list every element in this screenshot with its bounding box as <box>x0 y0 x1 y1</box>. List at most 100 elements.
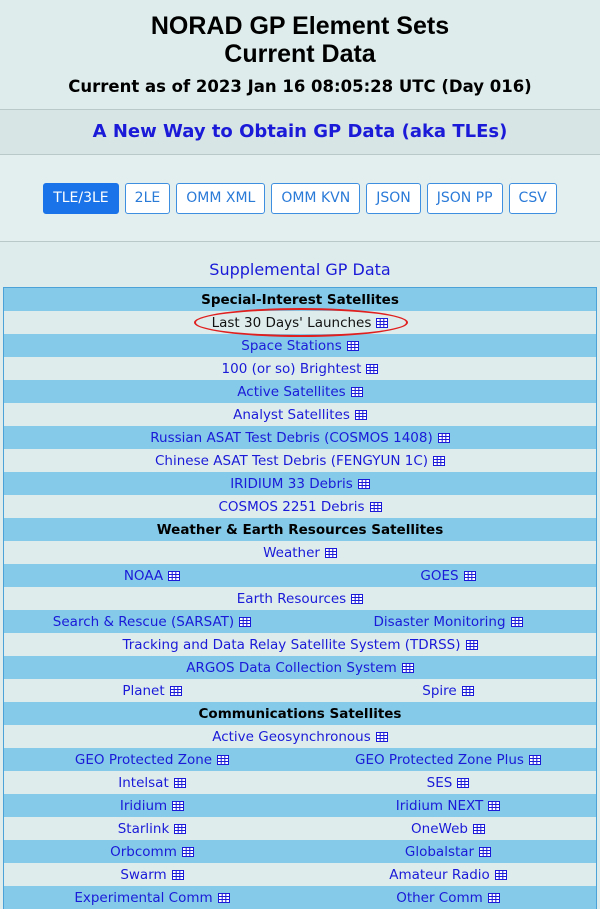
starlink-link[interactable]: Starlink <box>118 821 170 837</box>
table-row: Active Geosynchronous <box>4 725 596 748</box>
table-grid-icon[interactable] <box>510 615 523 627</box>
table-row: Swarm Amateur Radio <box>4 863 596 886</box>
active-satellites-link[interactable]: Active Satellites <box>237 384 345 400</box>
table-row: Tracking and Data Relay Satellite System… <box>4 633 596 656</box>
table-row: Last 30 Days' Launches <box>4 307 596 337</box>
table-grid-icon[interactable] <box>433 454 446 466</box>
space-stations-link[interactable]: Space Stations <box>241 338 341 354</box>
table-grid-icon[interactable] <box>375 730 388 742</box>
supplemental-gp-data-link[interactable]: Supplemental GP Data <box>0 259 600 281</box>
table-grid-icon[interactable] <box>528 753 541 765</box>
disaster-monitoring-link[interactable]: Disaster Monitoring <box>373 614 505 630</box>
table-grid-icon[interactable] <box>346 339 359 351</box>
table-grid-icon[interactable] <box>169 684 182 696</box>
spire-link[interactable]: Spire <box>422 683 456 699</box>
table-grid-icon[interactable] <box>369 500 382 512</box>
table-row: Starlink OneWeb <box>4 817 596 840</box>
table-grid-icon[interactable] <box>401 661 414 673</box>
weather-link[interactable]: Weather <box>263 545 320 561</box>
table-row: NOAA GOES <box>4 564 596 587</box>
table-grid-icon[interactable] <box>479 845 492 857</box>
other-comm-link[interactable]: Other Comm <box>396 890 483 906</box>
argos-link[interactable]: ARGOS Data Collection System <box>186 660 397 676</box>
table-grid-icon[interactable] <box>461 684 474 696</box>
intelsat-link[interactable]: Intelsat <box>118 775 169 791</box>
table-grid-icon[interactable] <box>494 868 507 880</box>
table-row: Analyst Satellites <box>4 403 596 426</box>
experimental-comm-link[interactable]: Experimental Comm <box>74 890 212 906</box>
table-row: ARGOS Data Collection System <box>4 656 596 679</box>
page-title-line1: NORAD GP Element Sets <box>150 12 450 40</box>
table-grid-icon[interactable] <box>171 868 184 880</box>
table-grid-icon[interactable] <box>350 385 363 397</box>
sarsat-link[interactable]: Search & Rescue (SARSAT) <box>53 614 234 630</box>
table-row: COSMOS 2251 Debris <box>4 495 596 518</box>
format-button-json[interactable]: JSON <box>366 182 421 214</box>
iridium-next-link[interactable]: Iridium NEXT <box>396 798 484 814</box>
table-grid-icon[interactable] <box>173 776 186 788</box>
table-grid-icon[interactable] <box>376 316 389 328</box>
cosmos-2251-debris-link[interactable]: COSMOS 2251 Debris <box>218 499 364 515</box>
ses-link[interactable]: SES <box>427 775 453 791</box>
iridium-link[interactable]: Iridium <box>120 798 167 814</box>
iridium-33-debris-link[interactable]: IRIDIUM 33 Debris <box>230 476 353 492</box>
format-button-omm-kvn[interactable]: OMM KVN <box>271 182 361 214</box>
table-grid-icon[interactable] <box>354 408 367 420</box>
table-grid-icon[interactable] <box>172 799 185 811</box>
table-row: Earth Resources <box>4 587 596 610</box>
format-button-tle[interactable]: TLE/3LE <box>43 182 119 214</box>
table-row: Chinese ASAT Test Debris (FENGYUN 1C) <box>4 449 596 472</box>
table-row: Planet Spire <box>4 679 596 702</box>
noaa-link[interactable]: NOAA <box>124 568 163 584</box>
table-grid-icon[interactable] <box>239 615 252 627</box>
geo-protected-zone-plus-link[interactable]: GEO Protected Zone Plus <box>355 752 524 768</box>
globalstar-link[interactable]: Globalstar <box>405 844 474 860</box>
table-row: Search & Rescue (SARSAT) Disaster Monito… <box>4 610 596 633</box>
section-header-weather: Weather & Earth Resources Satellites <box>4 518 596 541</box>
brightest-link[interactable]: 100 (or so) Brightest <box>222 361 362 377</box>
table-row: Active Satellites <box>4 380 596 403</box>
section-header-communications: Communications Satellites <box>4 702 596 725</box>
analyst-satellites-link[interactable]: Analyst Satellites <box>233 407 350 423</box>
satellite-catalog-table: Special-Interest Satellites Last 30 Days… <box>3 287 597 909</box>
table-grid-icon[interactable] <box>181 845 194 857</box>
table-grid-icon[interactable] <box>351 592 364 604</box>
table-grid-icon[interactable] <box>488 799 501 811</box>
table-grid-icon[interactable] <box>437 431 450 443</box>
earth-resources-link[interactable]: Earth Resources <box>237 591 346 607</box>
section-header-special: Special-Interest Satellites <box>4 288 596 311</box>
section-title: Weather & Earth Resources Satellites <box>156 521 444 538</box>
format-button-omm-xml[interactable]: OMM XML <box>176 182 266 214</box>
goes-link[interactable]: GOES <box>420 568 458 584</box>
table-row: 100 (or so) Brightest <box>4 357 596 380</box>
table-grid-icon[interactable] <box>168 569 181 581</box>
geo-protected-zone-link[interactable]: GEO Protected Zone <box>75 752 212 768</box>
planet-link[interactable]: Planet <box>122 683 164 699</box>
table-grid-icon[interactable] <box>472 822 485 834</box>
page-header: NORAD GP Element Sets Current Data Curre… <box>0 0 600 96</box>
table-row: Orbcomm Globalstar <box>4 840 596 863</box>
table-grid-icon[interactable] <box>174 822 187 834</box>
format-button-json-pp[interactable]: JSON PP <box>426 182 503 214</box>
swarm-link[interactable]: Swarm <box>120 867 166 883</box>
active-geosynchronous-link[interactable]: Active Geosynchronous <box>212 729 371 745</box>
russian-asat-debris-link[interactable]: Russian ASAT Test Debris (COSMOS 1408) <box>150 430 432 446</box>
table-grid-icon[interactable] <box>217 753 230 765</box>
oneweb-link[interactable]: OneWeb <box>411 821 468 837</box>
table-grid-icon[interactable] <box>366 362 379 374</box>
table-grid-icon[interactable] <box>357 477 370 489</box>
table-grid-icon[interactable] <box>324 546 337 558</box>
table-grid-icon[interactable] <box>465 638 478 650</box>
last-30-days-launches-link[interactable]: Last 30 Days' Launches <box>193 307 408 337</box>
format-button-2le[interactable]: 2LE <box>124 182 171 214</box>
table-grid-icon[interactable] <box>487 891 500 903</box>
tdrss-link[interactable]: Tracking and Data Relay Satellite System… <box>122 637 460 653</box>
format-button-csv[interactable]: CSV <box>508 182 557 214</box>
table-grid-icon[interactable] <box>457 776 470 788</box>
amateur-radio-link[interactable]: Amateur Radio <box>389 867 490 883</box>
new-way-link[interactable]: A New Way to Obtain GP Data (aka TLEs) <box>0 110 600 155</box>
orbcomm-link[interactable]: Orbcomm <box>110 844 177 860</box>
table-grid-icon[interactable] <box>217 891 230 903</box>
chinese-asat-debris-link[interactable]: Chinese ASAT Test Debris (FENGYUN 1C) <box>155 453 428 469</box>
table-grid-icon[interactable] <box>463 569 476 581</box>
